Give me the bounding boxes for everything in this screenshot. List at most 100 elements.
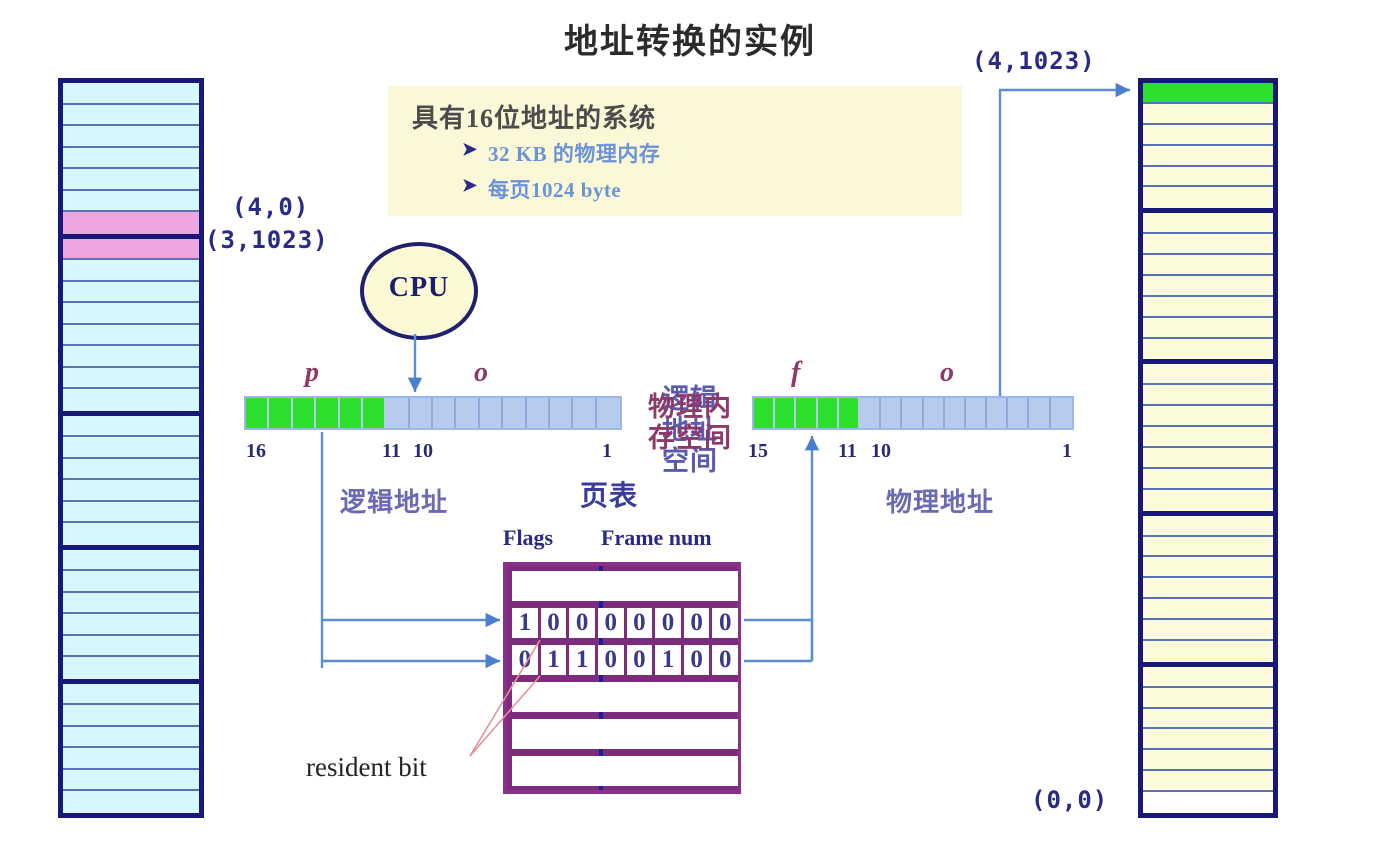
- memory-frame-row: [1143, 317, 1273, 339]
- bit-cell-offset: [1008, 398, 1030, 428]
- memory-frame-row: [63, 592, 199, 615]
- info-heading: 具有16位地址的系统: [412, 104, 657, 133]
- page-table-bit-cell: 0: [626, 608, 653, 638]
- bit-label-11b: 11: [838, 440, 857, 462]
- memory-frame-row: [63, 769, 199, 792]
- page-table-bit-cell: 0: [683, 608, 710, 638]
- field-label-f: f: [791, 357, 801, 388]
- cpu-label: CPU: [388, 272, 450, 303]
- bit-label-15: 15: [748, 440, 768, 462]
- bit-cell-offset: [573, 398, 597, 428]
- bit-cell-offset: [860, 398, 882, 428]
- memory-frame-row: [63, 726, 199, 749]
- memory-frame-row: [63, 260, 199, 282]
- memory-frame-row: [1143, 468, 1273, 490]
- page-table-header-flags: Flags: [503, 525, 554, 550]
- memory-frame-row: [63, 571, 199, 593]
- page-table-bit-cell: 0: [683, 645, 710, 675]
- info-bullet-1-text: 32 KB 的物理内存: [488, 142, 661, 166]
- memory-frame-row: [1143, 666, 1273, 688]
- page-table-row: [512, 682, 738, 712]
- page-table-bit-cell: 1: [512, 608, 538, 638]
- logical-address-bits: [244, 396, 622, 430]
- memory-frame-row: [1143, 187, 1273, 209]
- bit-cell-offset: [456, 398, 480, 428]
- bit-cell-offset: [386, 398, 410, 428]
- memory-frame-row: [1143, 771, 1273, 793]
- physical-memory-space-label: 物理内 存空间: [0, 392, 1380, 454]
- page-table-bit-cell: 0: [512, 645, 538, 675]
- page-table-bit-cell: 0: [540, 608, 567, 638]
- field-label-offset-2: o: [940, 357, 954, 388]
- memory-frame-row: [63, 614, 199, 636]
- page-table-row: 01100100: [512, 645, 738, 675]
- logical-address-caption: 逻辑地址: [340, 488, 449, 517]
- bit-cell-frame: [246, 398, 270, 428]
- coord-physical-top: (4,1023): [972, 47, 1096, 75]
- bit-cell-offset: [1051, 398, 1072, 428]
- bit-cell-frame: [838, 398, 860, 428]
- page-table-bit-cell: 1: [540, 645, 567, 675]
- page-table-cell: [512, 719, 738, 749]
- memory-group: [1143, 666, 1273, 813]
- bit-cell-offset: [597, 398, 620, 428]
- page-table-bit-cell: 0: [597, 645, 624, 675]
- bit-cell-offset: [924, 398, 945, 428]
- field-label-offset-1: o: [474, 357, 488, 388]
- page-table-bit-cell: 0: [712, 608, 738, 638]
- bit-cell-offset: [503, 398, 527, 428]
- bit-cell-frame: [754, 398, 776, 428]
- memory-frame-row: [63, 346, 199, 368]
- memory-frame-row: [1143, 166, 1273, 188]
- bit-label-10b: 10: [871, 440, 891, 462]
- page-table-row: [512, 571, 738, 601]
- bit-label-16: 16: [246, 440, 266, 462]
- page-table-row: 10000000: [512, 608, 738, 638]
- memory-frame-row: [63, 791, 199, 813]
- memory-frame-row: [63, 169, 199, 191]
- memory-frame-row: [1143, 83, 1273, 104]
- memory-frame-row: [1143, 708, 1273, 730]
- memory-frame-row: [1143, 536, 1273, 558]
- memory-frame-row: [63, 501, 199, 524]
- memory-frame-row: [1143, 364, 1273, 386]
- memory-group: [63, 549, 199, 684]
- memory-frame-row: [1143, 255, 1273, 276]
- memory-frame-row: [1143, 515, 1273, 537]
- cpu-node: CPU: [360, 242, 478, 340]
- memory-frame-row: [63, 748, 199, 770]
- memory-frame-row: [1143, 338, 1273, 360]
- page-table-bit-cell: 0: [569, 608, 595, 638]
- memory-frame-row: [63, 635, 199, 658]
- page-table-bit-cell: 1: [569, 645, 595, 675]
- coord-logical-top: (4,0): [232, 193, 310, 221]
- bit-cell-offset: [902, 398, 924, 428]
- memory-frame-row: [63, 238, 199, 261]
- memory-frame-row: [63, 549, 199, 572]
- bit-cell-offset: [966, 398, 988, 428]
- bit-label-1b: 1: [1062, 440, 1072, 462]
- field-label-p: p: [305, 357, 319, 388]
- bit-cell-frame: [362, 398, 387, 428]
- physical-address-caption: 物理地址: [886, 488, 995, 517]
- bit-cell-frame: [339, 398, 363, 428]
- bit-label-11: 11: [382, 440, 401, 462]
- memory-frame-row: [1143, 234, 1273, 256]
- bit-label-10: 10: [413, 440, 433, 462]
- info-bullet-1: ➤ 32 KB 的物理内存: [462, 138, 661, 168]
- memory-frame-row: [63, 324, 199, 347]
- info-bullet-2-text: 每页1024 byte: [488, 178, 622, 202]
- page-table-title: 页表: [580, 481, 639, 512]
- page-table-cell: [512, 571, 738, 601]
- page-table-bit-cell: 0: [597, 608, 624, 638]
- memory-frame-row: [1143, 750, 1273, 772]
- bit-cell-frame: [269, 398, 293, 428]
- bit-cell-offset: [480, 398, 504, 428]
- info-bullet-2: ➤ 每页1024 byte: [462, 174, 622, 204]
- page-table-bit-cell: 0: [712, 645, 738, 675]
- page-table-bit-cell: 0: [655, 608, 681, 638]
- memory-frame-row: [63, 83, 199, 105]
- bit-cell-frame: [292, 398, 317, 428]
- bit-cell-frame: [817, 398, 839, 428]
- memory-frame-row: [1143, 145, 1273, 167]
